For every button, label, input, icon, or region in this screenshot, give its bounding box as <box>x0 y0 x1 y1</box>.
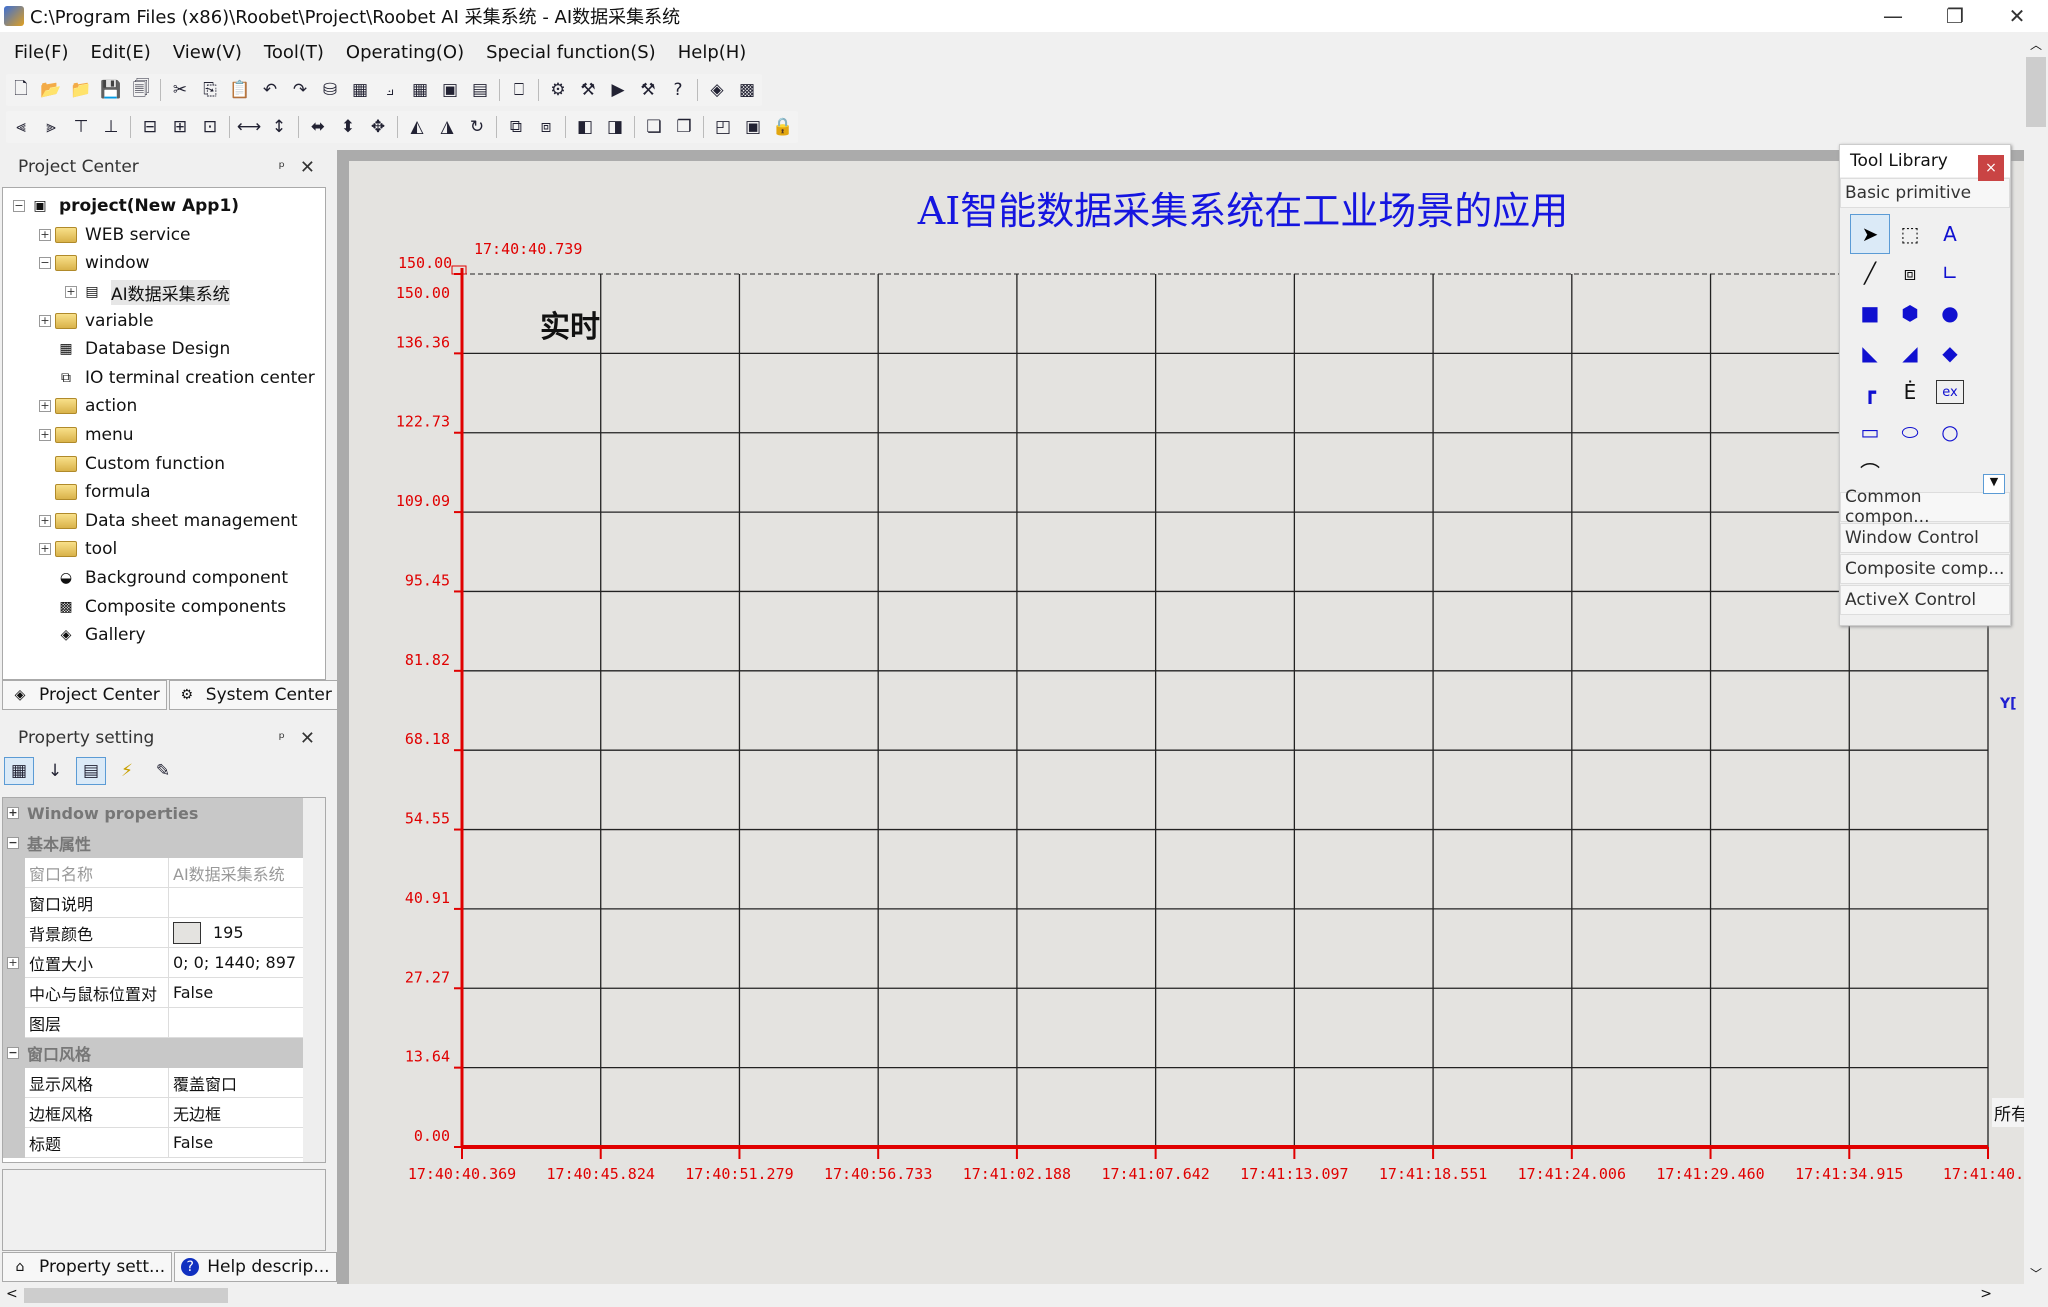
tool-library-close-button[interactable]: × <box>1978 155 2004 181</box>
diamond-tool-icon[interactable]: ◆ <box>1930 333 1970 373</box>
scroll-thumb[interactable] <box>2026 57 2046 127</box>
y-tick-label: 40.91 <box>405 889 450 907</box>
section-basic-primitive[interactable]: Basic primitive <box>1840 178 2010 208</box>
y-tick-label: 109.09 <box>396 492 450 510</box>
y-tick-label: 81.82 <box>405 651 450 669</box>
axis-tool-icon[interactable]: ∟ <box>1930 254 1970 294</box>
y-tick-label: 0.00 <box>414 1127 450 1145</box>
x-tick-label: 17:41:29.460 <box>1656 1165 1764 1183</box>
text-tool-icon[interactable]: A <box>1930 214 1970 254</box>
y-tick-label: 150.00 <box>396 284 450 302</box>
y-tick-label: 95.45 <box>405 571 450 589</box>
scroll-left-icon[interactable]: < <box>6 1286 18 1302</box>
oct-frame-tool-icon[interactable]: ⬭ <box>1890 412 1930 452</box>
tool-section[interactable]: Composite comp... <box>1840 554 2010 585</box>
trend-chart[interactable]: 150.00 136.36 122.73 109.09 95.45 81.82 68.18 5… <box>0 0 2024 1284</box>
x-tick-label: 17:40:51.279 <box>685 1165 793 1183</box>
cursor-value-label: 150.00 <box>398 254 453 272</box>
y-tick-label: 54.55 <box>405 810 450 828</box>
rectangle-tool-icon[interactable]: ■ <box>1850 293 1890 333</box>
x-tick-label: 17:41:40.3 <box>1943 1165 2024 1183</box>
ex-tool-icon[interactable]: ex <box>1936 380 1964 404</box>
y-tick-label: 13.64 <box>405 1048 450 1066</box>
tool-grid: ➤ ⬚ A ╱ ⧈ ∟ ■ ⬢ ● ◣ ◢ ◆ ┏ Ėex ▭ ⬭ ○ ⌒ <box>1840 208 2010 491</box>
right-y-marker: Y[ <box>2000 696 2017 712</box>
x-tick-label: 17:41:07.642 <box>1101 1165 1209 1183</box>
x-tick-label: 17:41:02.188 <box>963 1165 1071 1183</box>
x-tick-label: 17:40:40.369 <box>408 1165 516 1183</box>
x-tick-label: 17:40:45.824 <box>547 1165 655 1183</box>
y-tick-label: 68.18 <box>405 730 450 748</box>
y-tick-label: 122.73 <box>396 413 450 431</box>
pipe-tool-icon[interactable]: ┏ <box>1850 372 1890 412</box>
scroll-down-icon[interactable]: ﹀ <box>2024 1265 2048 1282</box>
ring-tool-icon[interactable]: ○ <box>1930 412 1970 452</box>
arc-tool-icon[interactable]: ⌒ <box>1850 452 1890 492</box>
tool-section[interactable]: ActiveX Control <box>1840 585 2010 616</box>
quarter-tool-icon[interactable]: ◢ <box>1890 333 1930 373</box>
x-tick-label: 17:41:18.551 <box>1379 1165 1487 1183</box>
pointer-icon[interactable]: ➤ <box>1850 214 1890 254</box>
vertical-scrollbar[interactable]: ︿ ﹀ <box>2024 36 2048 1286</box>
tool-library-title: Tool Library <box>1850 151 1948 171</box>
expand-dropdown-icon[interactable]: ▼ <box>1983 474 2005 494</box>
hscroll-thumb[interactable] <box>24 1288 228 1303</box>
ellipse-tool-icon[interactable]: ● <box>1930 293 1970 333</box>
line-tool-icon[interactable]: ╱ <box>1850 254 1890 294</box>
rounded-rect-tool-icon[interactable]: ⬢ <box>1890 293 1930 333</box>
tool-section[interactable]: Common compon... <box>1840 487 2010 527</box>
x-tick-label: 17:41:34.915 <box>1795 1165 1903 1183</box>
pie-tool-icon[interactable]: ◣ <box>1850 333 1890 373</box>
x-tick-label: 17:41:24.006 <box>1518 1165 1626 1183</box>
horizontal-scrollbar[interactable]: < > <box>0 1284 2024 1307</box>
x-tick-label: 17:40:56.733 <box>824 1165 932 1183</box>
x-tick-label: 17:41:13.097 <box>1240 1165 1348 1183</box>
scale-tool-icon[interactable]: Ė <box>1890 372 1930 412</box>
tool-section[interactable]: Window Control <box>1840 523 2010 554</box>
polyline-tool-icon[interactable]: ⧈ <box>1890 254 1930 294</box>
cursor-time-label: 17:40:40.739 <box>474 240 583 258</box>
tool-sections: Common compon... Window Control Composite … <box>1840 487 2010 616</box>
tool-library: Tool Library × Basic primitive ➤ ⬚ A ╱ ⧈ ∟ ■ ⬢ ●… <box>1839 144 2011 626</box>
scroll-up-icon[interactable]: ︿ <box>2024 36 2048 53</box>
realtime-label[interactable]: 实时 <box>540 302 600 346</box>
select-area-icon[interactable]: ⬚ <box>1890 214 1930 254</box>
y-tick-label: 27.27 <box>405 968 450 986</box>
scroll-right-icon[interactable]: > <box>1980 1286 1992 1302</box>
rect-frame-tool-icon[interactable]: ▭ <box>1850 412 1890 452</box>
y-tick-label: 136.36 <box>396 333 450 351</box>
axis-handle[interactable] <box>451 265 467 275</box>
